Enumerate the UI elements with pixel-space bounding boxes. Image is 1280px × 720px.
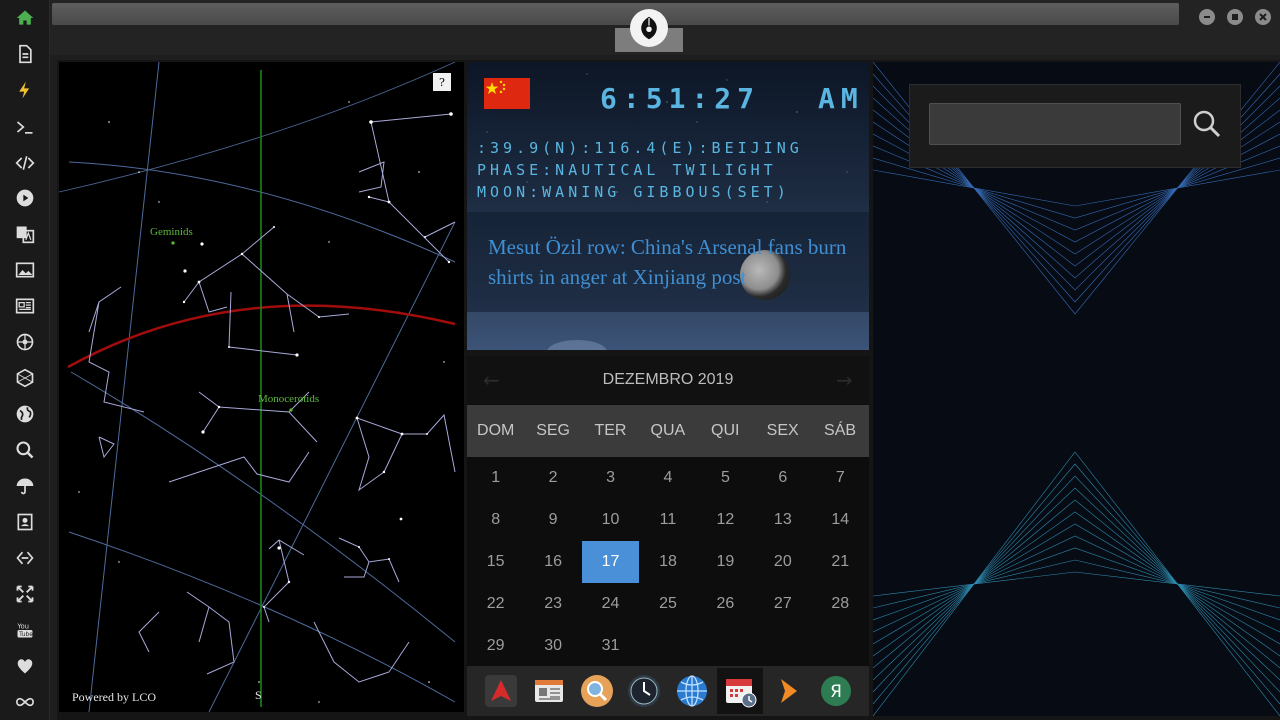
calendar-weekdays: DOM SEG TER QUA QUI SEX SÁB	[467, 405, 869, 457]
sky-map[interactable]	[59, 62, 464, 712]
expand-icon[interactable]	[10, 579, 40, 609]
search-input[interactable]	[929, 103, 1181, 145]
calendar-day[interactable]: 10	[582, 499, 639, 541]
calendar-day[interactable]: 4	[639, 457, 696, 499]
play-arrow-icon[interactable]	[765, 668, 811, 714]
code-icon[interactable]	[10, 148, 40, 178]
weekday-label: DOM	[477, 422, 515, 439]
calendar-day[interactable]: 24	[582, 583, 639, 625]
calendar-day[interactable]: 18	[639, 541, 696, 583]
translate-icon[interactable]	[10, 219, 40, 249]
rebel-icon[interactable]	[10, 327, 40, 357]
weekday-label: QUI	[711, 422, 740, 439]
calendar-next-button[interactable]: →	[836, 368, 853, 392]
search-button[interactable]	[1187, 104, 1227, 144]
clock-time: 6:51:27	[600, 82, 761, 115]
calendar-day[interactable]: 28	[812, 583, 869, 625]
contact-icon[interactable]	[10, 507, 40, 537]
play-icon[interactable]	[10, 183, 40, 213]
weekday-label: SEX	[766, 422, 799, 439]
home-icon[interactable]	[10, 3, 40, 33]
svg-text:Я: Я	[830, 682, 842, 702]
close-button[interactable]	[1255, 9, 1271, 25]
powered-by-label: Powered by LCO	[72, 690, 156, 704]
calendar-day[interactable]: 8	[467, 499, 524, 541]
china-flag-icon	[484, 78, 530, 109]
calendar-day[interactable]: 19	[697, 541, 754, 583]
minimize-button[interactable]	[1199, 9, 1215, 25]
address-bar[interactable]	[52, 3, 1179, 25]
globe-icon[interactable]	[10, 399, 40, 429]
rebel-logo-icon[interactable]	[630, 9, 668, 47]
app-window: You Tube Geminids Monocerotids ? Powered…	[0, 0, 1280, 720]
maximize-button[interactable]	[1227, 9, 1243, 25]
hexagon-icon[interactable]	[10, 363, 40, 393]
geminids-label: Geminids	[150, 226, 193, 238]
calendar-day[interactable]: 9	[525, 499, 582, 541]
newspaper-icon[interactable]	[10, 291, 40, 321]
weekday-label: SÁB	[824, 422, 857, 439]
infinity-icon[interactable]	[10, 687, 40, 717]
calendar-title: DEZEMBRO 2019	[602, 371, 734, 388]
browser-globe-icon[interactable]	[669, 668, 715, 714]
calendar-day[interactable]: 13	[754, 499, 811, 541]
umbrella-icon[interactable]	[10, 471, 40, 501]
calendar-day[interactable]: 27	[754, 583, 811, 625]
calendar-day[interactable]: 6	[754, 457, 811, 499]
calendar-day[interactable]: 26	[697, 583, 754, 625]
calendar-day[interactable]: 20	[754, 541, 811, 583]
calendar-day[interactable]: 21	[812, 541, 869, 583]
calendar-day[interactable]: 31	[582, 625, 639, 667]
calendar-day[interactable]: 15	[467, 541, 524, 583]
calendar-day[interactable]: 25	[639, 583, 696, 625]
weekday-label: SEG	[536, 422, 570, 439]
calendar-day[interactable]: 23	[525, 583, 582, 625]
calendar-day[interactable]: 11	[639, 499, 696, 541]
calendar-day[interactable]: 29	[467, 625, 524, 667]
calendar-day[interactable]: 5	[697, 457, 754, 499]
calendar-day[interactable]: 3	[582, 457, 639, 499]
terminal-icon[interactable]	[10, 112, 40, 142]
clock-app-icon[interactable]	[621, 668, 667, 714]
monocerotids-label: Monocerotids	[258, 393, 320, 405]
document-icon[interactable]	[10, 39, 40, 69]
magnifier-icon	[1193, 110, 1221, 138]
yandex-icon[interactable]: Я	[813, 668, 859, 714]
calendar-app-icon[interactable]	[717, 668, 763, 714]
heart-icon[interactable]	[10, 651, 40, 681]
link-icon[interactable]	[10, 543, 40, 573]
calendar-day-selected[interactable]: 17	[582, 541, 640, 583]
calendar-day[interactable]: 22	[467, 583, 524, 625]
calendar-day[interactable]: 1	[467, 457, 524, 499]
image-icon[interactable]	[10, 255, 40, 285]
sidebar: You Tube	[0, 0, 50, 720]
phase-text: PHASE:NAUTICAL TWILIGHT	[477, 161, 777, 179]
lightning-icon[interactable]	[10, 75, 40, 105]
youtube-icon[interactable]: You Tube	[10, 615, 40, 645]
moon-text: MOON:WANING GIBBOUS(SET)	[477, 183, 790, 201]
direction-label: S	[255, 688, 262, 702]
clock-ampm: AM	[818, 82, 864, 115]
weekday-label: QUA	[650, 422, 686, 439]
arch-app-icon[interactable]	[478, 668, 524, 714]
news-headline[interactable]: Mesut Özil row: China's Arsenal fans bur…	[488, 232, 858, 292]
calendar-day[interactable]: 16	[525, 541, 582, 583]
calendar-day[interactable]: 2	[525, 457, 582, 499]
calendar-day[interactable]: 30	[525, 625, 582, 667]
location-text: :39.9(N):116.4(E):BEIJING	[477, 139, 803, 157]
calendar-day[interactable]: 12	[697, 499, 754, 541]
calendar-day[interactable]: 14	[812, 499, 869, 541]
search-app-icon[interactable]	[574, 668, 620, 714]
help-button[interactable]: ?	[433, 73, 451, 91]
weekday-label: TER	[594, 422, 627, 439]
news-app-icon[interactable]	[526, 668, 572, 714]
search-icon[interactable]	[10, 435, 40, 465]
svg-text:You: You	[17, 622, 29, 630]
svg-text:Tube: Tube	[18, 632, 33, 638]
calendar-day[interactable]: 7	[812, 457, 869, 499]
